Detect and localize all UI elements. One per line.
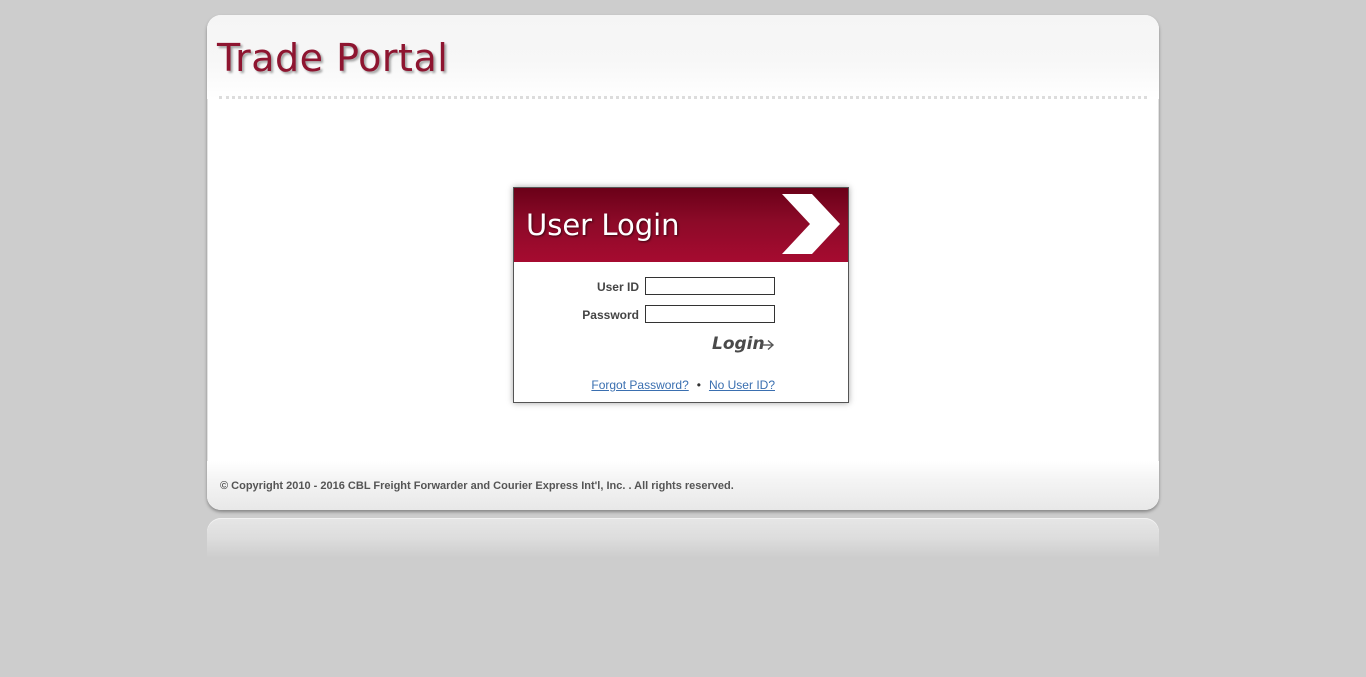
login-title: User Login: [526, 208, 680, 242]
site-header: Trade Portal: [207, 15, 1159, 99]
login-links: Forgot Password? • No User ID?: [514, 378, 775, 392]
password-input[interactable]: [645, 305, 775, 323]
login-header: User Login: [514, 188, 848, 262]
password-row: Password: [514, 305, 848, 325]
main-panel: Trade Portal User Login User ID Password…: [207, 15, 1159, 510]
forgot-password-link[interactable]: Forgot Password?: [591, 378, 688, 392]
copyright-text: © Copyright 2010 - 2016 CBL Freight Forw…: [220, 480, 734, 492]
password-label: Password: [582, 308, 639, 322]
chevron-right-icon: [782, 194, 840, 254]
arrow-right-icon: [760, 339, 775, 351]
user-id-row: User ID: [514, 277, 848, 297]
no-user-id-link[interactable]: No User ID?: [709, 378, 775, 392]
user-id-label: User ID: [596, 280, 639, 294]
site-footer: © Copyright 2010 - 2016 CBL Freight Forw…: [207, 461, 1159, 510]
user-id-input[interactable]: [645, 277, 775, 295]
site-title: Trade Portal: [217, 36, 449, 80]
page: Trade Portal User Login User ID Password…: [0, 0, 1366, 677]
login-box: User Login User ID Password Login Forgot…: [513, 187, 849, 403]
header-divider: [219, 96, 1147, 99]
login-button[interactable]: Login: [710, 333, 776, 357]
login-button-label: Login: [712, 334, 765, 354]
link-separator: •: [696, 378, 701, 392]
panel-reflection: [207, 518, 1159, 558]
